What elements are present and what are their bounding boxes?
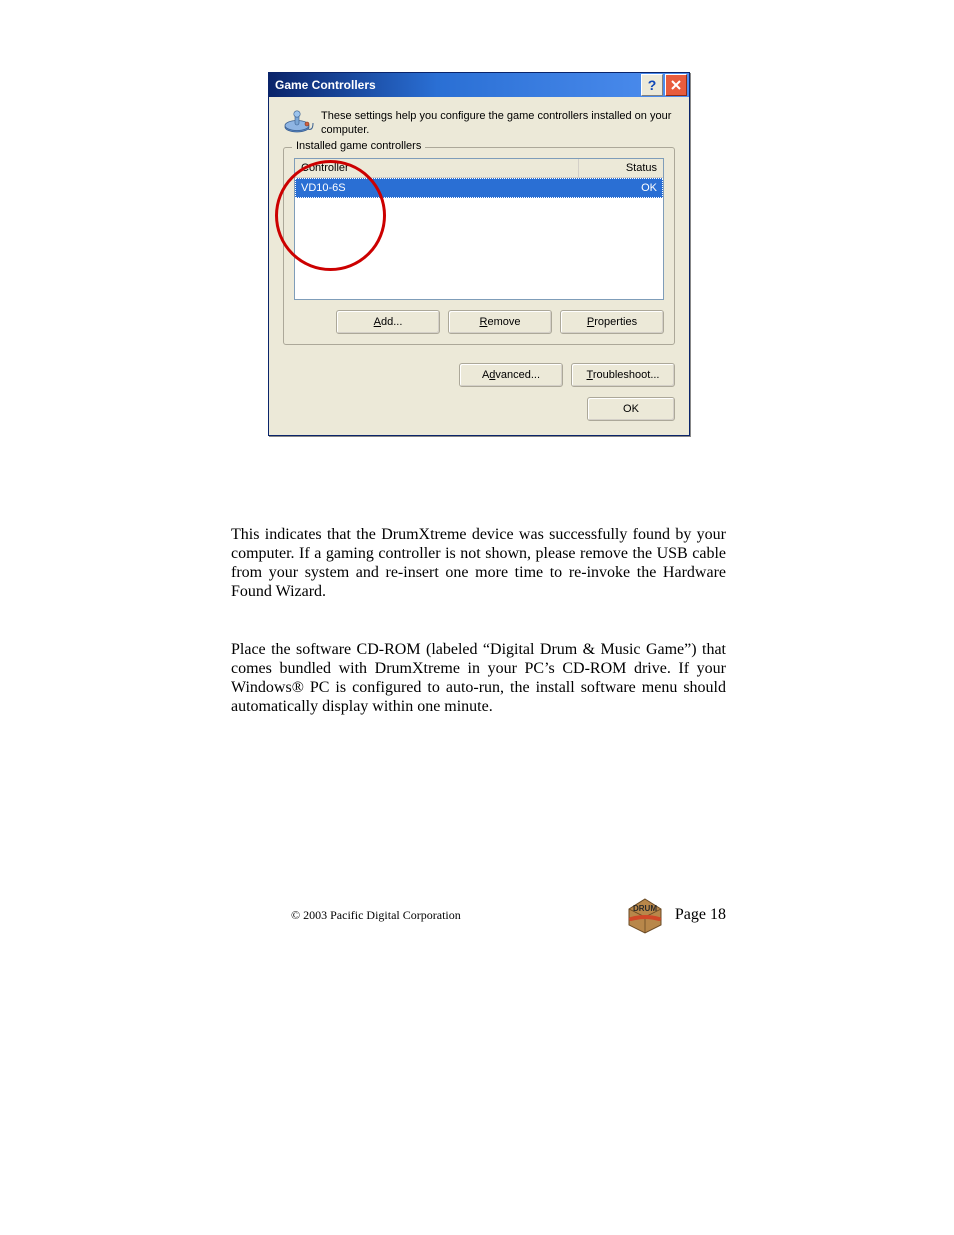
ok-button-row: OK: [283, 397, 675, 421]
row-controller: VD10-6S: [296, 179, 580, 197]
page-number: Page 18: [675, 906, 726, 924]
close-button[interactable]: [665, 74, 687, 96]
page-footer: © 2003 Pacific Digital Corporation DRUM …: [231, 895, 726, 935]
drum-logo-icon: DRUM: [623, 895, 667, 935]
document-page: Game Controllers ?: [0, 0, 954, 1235]
properties-button[interactable]: Properties: [560, 310, 664, 334]
help-button[interactable]: ?: [641, 74, 663, 96]
properties-label-rest: roperties: [594, 316, 637, 328]
controllers-listbox[interactable]: Controller Status VD10-6S OK: [294, 158, 664, 300]
add-button[interactable]: Add...: [336, 310, 440, 334]
add-label-rest: dd...: [381, 316, 402, 328]
column-header-controller[interactable]: Controller: [295, 159, 579, 177]
dialog-header: These settings help you configure the ga…: [283, 109, 675, 137]
list-row[interactable]: VD10-6S OK: [295, 178, 663, 198]
list-header: Controller Status: [295, 159, 663, 178]
advanced-label-rest: vanced...: [495, 369, 540, 381]
group-button-row: Add... Remove Properties: [294, 310, 664, 334]
group-legend: Installed game controllers: [292, 140, 425, 152]
advanced-button[interactable]: Advanced...: [459, 363, 563, 387]
dialog-description: These settings help you configure the ga…: [321, 109, 675, 137]
titlebar-buttons: ?: [641, 74, 687, 96]
game-controllers-dialog: Game Controllers ?: [268, 72, 690, 436]
joystick-icon: [283, 109, 315, 133]
installed-controllers-group: Installed game controllers Controller St…: [283, 147, 675, 345]
remove-label-rest: emove: [487, 316, 520, 328]
troubleshoot-label-rest: roubleshoot...: [593, 369, 660, 381]
close-icon: [671, 80, 681, 90]
troubleshoot-button[interactable]: Troubleshoot...: [571, 363, 675, 387]
dialog-title: Game Controllers: [275, 78, 641, 92]
advanced-button-row: Advanced... Troubleshoot...: [283, 363, 675, 387]
logo-text: DRUM: [633, 904, 657, 913]
column-header-status[interactable]: Status: [579, 159, 663, 177]
dialog-titlebar[interactable]: Game Controllers ?: [269, 73, 689, 97]
ok-button[interactable]: OK: [587, 397, 675, 421]
dialog-body: These settings help you configure the ga…: [269, 97, 689, 435]
remove-button[interactable]: Remove: [448, 310, 552, 334]
row-status: OK: [580, 179, 662, 197]
paragraph-2: Place the software CD-ROM (labeled “Digi…: [231, 640, 726, 716]
copyright: © 2003 Pacific Digital Corporation: [291, 908, 461, 923]
paragraph-1: This indicates that the DrumXtreme devic…: [231, 525, 726, 601]
